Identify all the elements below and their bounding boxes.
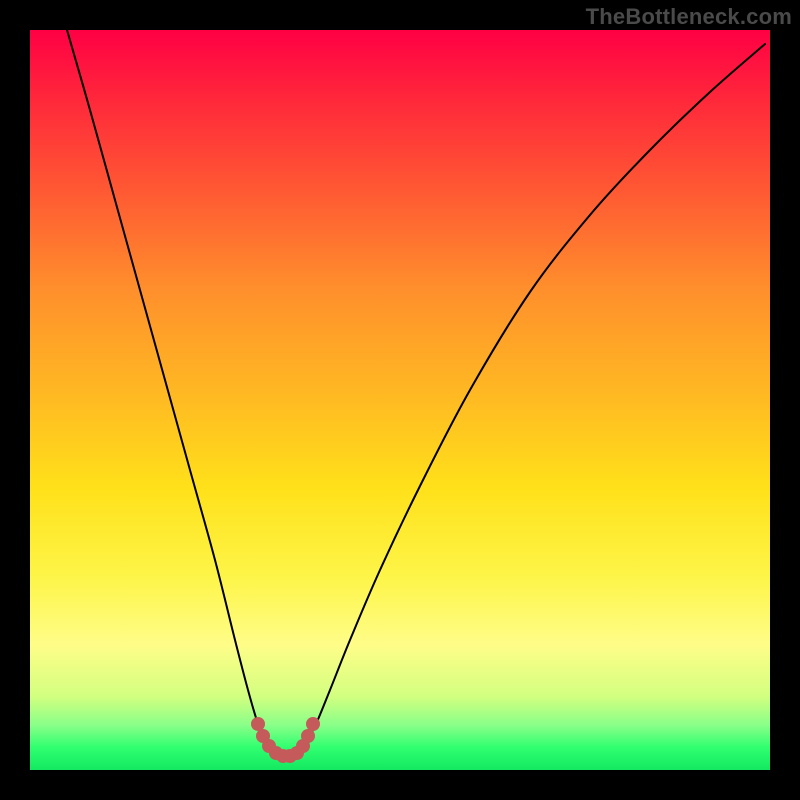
chart-svg xyxy=(30,30,770,770)
marker-dot xyxy=(251,717,265,731)
marker-dot xyxy=(301,729,315,743)
watermark-text: TheBottleneck.com xyxy=(586,4,792,30)
bottleneck-curve xyxy=(67,30,765,757)
chart-frame xyxy=(30,30,770,770)
marker-dot xyxy=(306,717,320,731)
curve-minimum-markers xyxy=(251,717,320,763)
